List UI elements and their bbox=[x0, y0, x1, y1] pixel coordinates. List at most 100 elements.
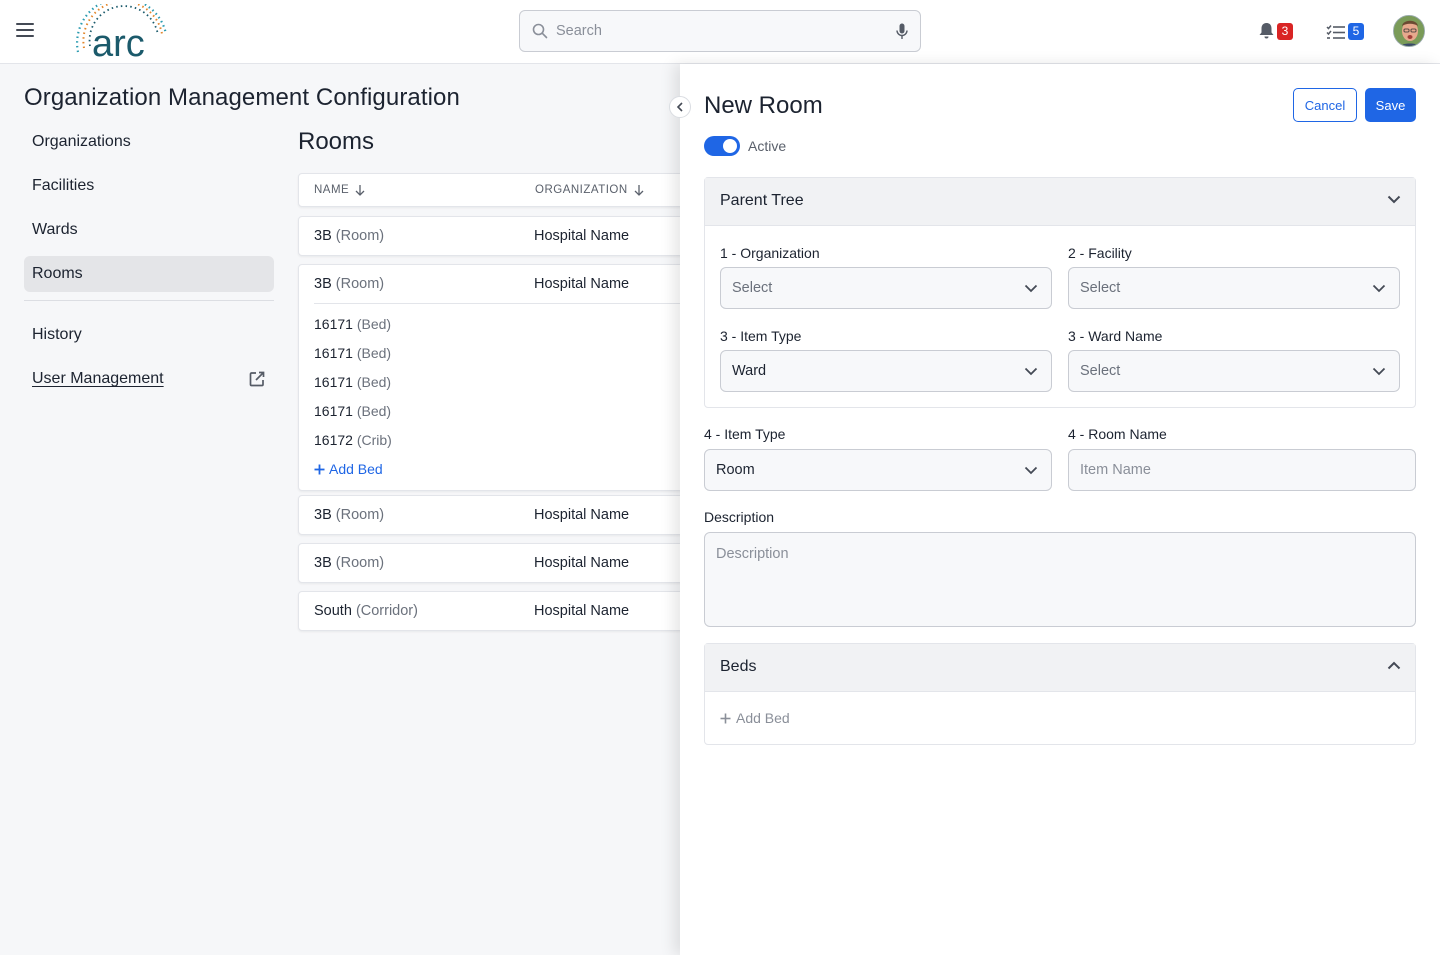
new-room-panel: New Room Cancel Save Active Parent Tree … bbox=[680, 64, 1440, 955]
description-label: Description bbox=[704, 509, 775, 525]
save-button[interactable]: Save bbox=[1365, 88, 1416, 122]
description-textarea[interactable] bbox=[704, 532, 1416, 627]
beds-header[interactable]: Beds bbox=[705, 644, 1415, 692]
table-row[interactable]: South (Corridor) Hospital Name bbox=[298, 591, 688, 631]
column-organization[interactable]: ORGANIZATION bbox=[535, 184, 644, 196]
select-value: Select bbox=[1080, 280, 1121, 296]
add-bed-label: Add Bed bbox=[736, 710, 790, 726]
top-bar: arc 3 5 bbox=[0, 0, 1440, 65]
item-type-label: 4 - Item Type bbox=[704, 426, 786, 442]
select-value: Ward bbox=[732, 363, 767, 379]
collapse-panel-button[interactable] bbox=[669, 96, 691, 118]
chevron-down-icon bbox=[1024, 367, 1038, 376]
column-label: NAME bbox=[314, 184, 350, 196]
row-organization: Hospital Name bbox=[534, 603, 630, 619]
search-icon bbox=[532, 23, 548, 39]
sidebar-item-label: History bbox=[32, 326, 82, 343]
cancel-button[interactable]: Cancel bbox=[1293, 88, 1357, 122]
sidebar-item-label: Facilities bbox=[32, 177, 95, 194]
sort-arrow-down-icon bbox=[355, 185, 365, 196]
chevron-down-icon bbox=[1387, 195, 1401, 204]
facility-label: 2 - Facility bbox=[1068, 245, 1132, 261]
sidebar-item-organizations[interactable]: Organizations bbox=[24, 124, 274, 160]
item-type-select[interactable]: Room bbox=[704, 449, 1052, 491]
bell-icon[interactable] bbox=[1258, 22, 1275, 40]
row-organization: Hospital Name bbox=[534, 507, 630, 523]
row-name: South (Corridor) bbox=[314, 603, 418, 619]
row-organization: Hospital Name bbox=[534, 555, 630, 571]
chevron-up-icon bbox=[1387, 661, 1401, 670]
table-row[interactable]: 3B (Room) Hospital Name bbox=[298, 495, 688, 535]
select-value: Select bbox=[732, 280, 773, 296]
row-name: 3B (Room) bbox=[314, 555, 385, 571]
sidebar-item-wards[interactable]: Wards bbox=[24, 212, 274, 248]
tasks-badge[interactable]: 5 bbox=[1348, 23, 1364, 40]
active-label: Active bbox=[748, 138, 787, 154]
sidebar-item-label: User Management bbox=[32, 370, 164, 387]
section-title: Beds bbox=[720, 658, 757, 675]
row-name: 3B (Room) bbox=[314, 276, 385, 292]
table-row[interactable]: 3B (Room) Hospital Name bbox=[298, 543, 688, 583]
sidebar-item-rooms[interactable]: Rooms bbox=[24, 256, 274, 292]
sidebar-divider bbox=[24, 300, 274, 301]
sidebar-item-label: Organizations bbox=[32, 133, 131, 150]
select-value: Select bbox=[1080, 363, 1121, 379]
notifications-badge[interactable]: 3 bbox=[1277, 23, 1293, 40]
room-name-label: 4 - Room Name bbox=[1068, 426, 1167, 442]
plus-icon bbox=[720, 713, 731, 723]
microphone-icon[interactable] bbox=[896, 23, 908, 40]
ward-name-select[interactable]: Select bbox=[1068, 350, 1400, 392]
sidebar-nav: Organizations Facilities Wards Rooms His… bbox=[24, 124, 274, 405]
sidebar-item-facilities[interactable]: Facilities bbox=[24, 168, 274, 204]
sidebar-item-user-management[interactable]: User Management bbox=[24, 361, 274, 397]
ward-name-label: 3 - Ward Name bbox=[1068, 328, 1163, 344]
add-bed-button[interactable]: Add Bed bbox=[720, 710, 790, 726]
bed-item[interactable]: 16171 (Bed) bbox=[299, 397, 687, 426]
chevron-down-icon bbox=[1372, 284, 1386, 293]
search-box[interactable] bbox=[519, 10, 921, 52]
row-organization: Hospital Name bbox=[534, 228, 630, 244]
beds-section: Beds Add Bed bbox=[704, 643, 1416, 745]
user-avatar[interactable] bbox=[1393, 15, 1425, 47]
row-organization: Hospital Name bbox=[534, 276, 630, 292]
sidebar-item-history[interactable]: History bbox=[24, 317, 274, 353]
external-link-icon bbox=[249, 371, 265, 387]
panel-title: New Room bbox=[704, 92, 823, 119]
add-bed-label: Add Bed bbox=[329, 461, 383, 477]
room-name-input[interactable] bbox=[1068, 449, 1416, 491]
arc-logo[interactable]: arc bbox=[70, 0, 174, 65]
menu-icon[interactable] bbox=[16, 23, 34, 39]
item-type-label: 3 - Item Type bbox=[720, 328, 802, 344]
bed-item[interactable]: 16171 (Bed) bbox=[299, 310, 687, 339]
logo-text: arc bbox=[92, 23, 145, 60]
table-header: NAME ORGANIZATION bbox=[298, 173, 688, 207]
row-name: 3B (Room) bbox=[314, 228, 385, 244]
chevron-down-icon bbox=[1024, 284, 1038, 293]
bed-item[interactable]: 16171 (Bed) bbox=[299, 339, 687, 368]
plus-icon bbox=[314, 464, 325, 474]
parent-tree-header[interactable]: Parent Tree bbox=[705, 178, 1415, 226]
table-row-expanded[interactable]: 3B (Room) Hospital Name 16171 (Bed) 1617… bbox=[298, 264, 688, 491]
select-value: Room bbox=[716, 462, 755, 478]
organization-select[interactable]: Select bbox=[720, 267, 1052, 309]
bed-item[interactable]: 16171 (Bed) bbox=[299, 368, 687, 397]
table-row[interactable]: 3B (Room) Hospital Name bbox=[298, 216, 688, 256]
chevron-down-icon bbox=[1024, 466, 1038, 475]
sidebar-item-label: Rooms bbox=[32, 265, 83, 282]
parent-tree-section: Parent Tree 1 - Organization Select 2 - … bbox=[704, 177, 1416, 408]
column-label: ORGANIZATION bbox=[535, 184, 628, 196]
add-bed-link[interactable]: Add Bed bbox=[299, 455, 687, 483]
column-name[interactable]: NAME bbox=[314, 184, 365, 196]
facility-select[interactable]: Select bbox=[1068, 267, 1400, 309]
parent-item-type-select[interactable]: Ward bbox=[720, 350, 1052, 392]
organization-label: 1 - Organization bbox=[720, 245, 820, 261]
rooms-title: Rooms bbox=[298, 128, 375, 155]
bed-item[interactable]: 16172 (Crib) bbox=[299, 426, 687, 455]
chevron-down-icon bbox=[1372, 367, 1386, 376]
search-input[interactable] bbox=[556, 19, 886, 43]
page-title: Organization Management Configuration bbox=[24, 84, 460, 111]
section-title: Parent Tree bbox=[720, 192, 804, 209]
task-list-icon[interactable] bbox=[1326, 24, 1346, 40]
sidebar-item-label: Wards bbox=[32, 221, 78, 238]
active-toggle[interactable] bbox=[704, 136, 740, 156]
